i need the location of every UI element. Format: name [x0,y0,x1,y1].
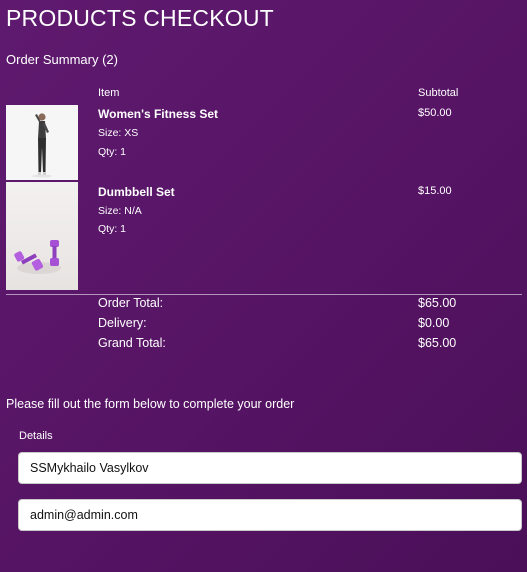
item-size: Size: XS [98,127,139,139]
page-title: PRODUCTS CHECKOUT [6,5,274,31]
form-instructions: Please fill out the form below to comple… [6,397,295,411]
delivery-value: $0.00 [418,316,450,330]
item-name: Women's Fitness Set [98,107,218,121]
item-subtotal: $50.00 [418,107,452,119]
details-label: Details [19,430,53,442]
subtotal-column-header: Subtotal [418,87,459,99]
item-subtotal: $15.00 [418,185,452,197]
grand-total-value: $65.00 [418,336,457,350]
grand-total-label: Grand Total: [98,336,166,350]
item-qty: Qty: 1 [98,223,127,235]
dumbbell-photo [6,182,78,290]
item-size: Size: N/A [98,205,142,217]
item-name: Dumbbell Set [98,185,175,199]
summary-divider [6,294,522,295]
delivery-label: Delivery: [98,316,147,330]
fitness-set-photo [6,105,78,180]
email-field[interactable] [18,499,522,531]
item-column-header: Item [98,87,120,99]
order-total-label: Order Total: [98,296,164,310]
full-name-field[interactable] [18,452,522,484]
order-summary-heading: Order Summary (2) [6,52,118,67]
item-qty: Qty: 1 [98,146,127,158]
order-total-value: $65.00 [418,296,457,310]
